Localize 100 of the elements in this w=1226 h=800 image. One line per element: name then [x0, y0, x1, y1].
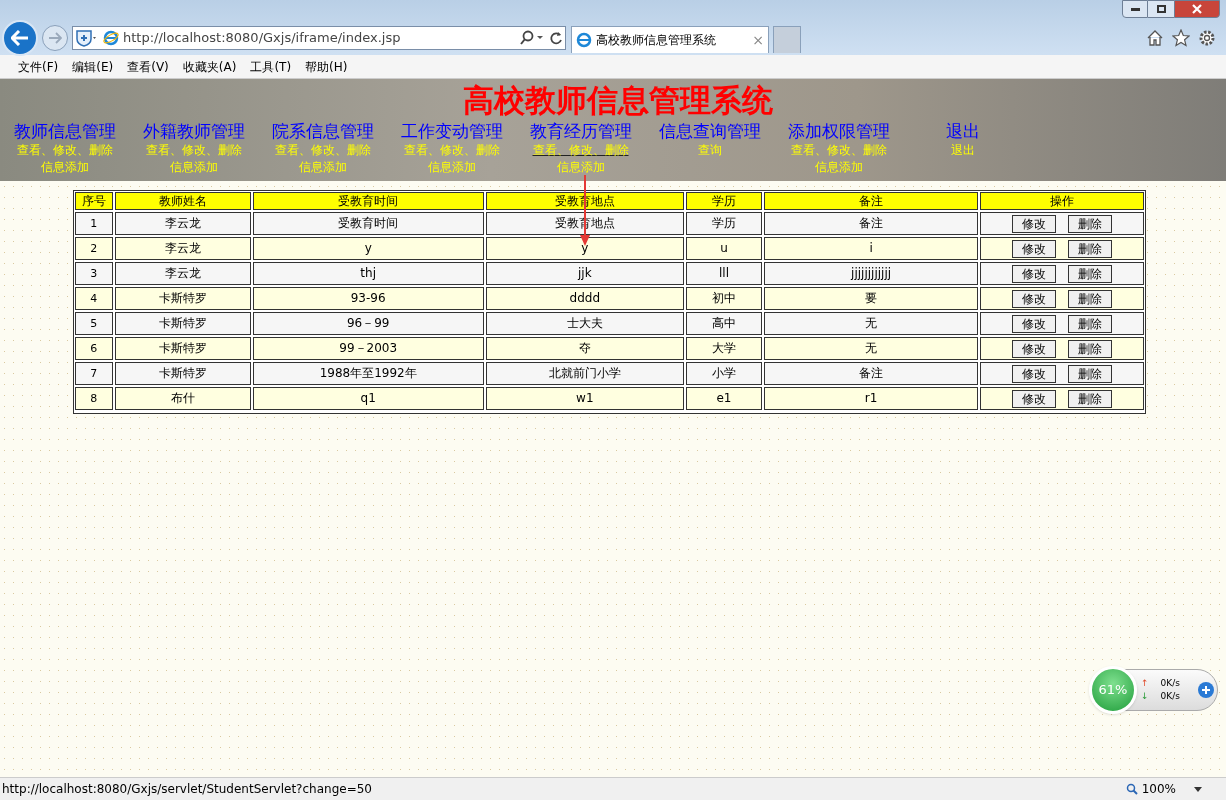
column-header: 教师姓名 — [114, 192, 251, 210]
table-cell: 6 — [75, 337, 113, 360]
table-cell: 李云龙 — [114, 212, 251, 235]
table-cell: 3 — [75, 262, 113, 285]
menu-item[interactable]: 查看(V) — [127, 57, 169, 76]
tab-title: 高校教师信息管理系统 — [596, 32, 717, 49]
table-cell: e1 — [686, 387, 762, 410]
arrow-right-icon — [48, 32, 62, 44]
address-field[interactable]: http://localhost:8080/Gxjs/iframe/index.jsp — [72, 26, 566, 50]
table-cell: q1 — [252, 387, 484, 410]
edit-button[interactable]: 修改 — [1012, 389, 1057, 408]
globe-e-icon — [103, 30, 119, 46]
column-header: 受教育时间 — [252, 192, 484, 210]
delete-button[interactable]: 删除 — [1068, 289, 1113, 308]
zoom-icon — [1125, 783, 1138, 795]
table-cell: 无 — [764, 337, 979, 360]
table-cell: y — [252, 237, 484, 260]
upload-arrow-icon: ↑ — [1141, 676, 1149, 690]
address-text: http://localhost:8080/Gxjs/iframe/index.jsp — [123, 29, 402, 48]
table-cell: 大学 — [686, 337, 762, 360]
status-url: http://localhost:8080/Gxjs/servlet/StudentServlet?change=50 — [2, 781, 373, 798]
table-cell: 初中 — [686, 287, 762, 310]
globe-e-icon — [576, 32, 592, 48]
table-cell: 1988年至1992年 — [252, 362, 484, 385]
table-cell: 卡斯特罗 — [114, 337, 251, 360]
table-cell: 布什 — [114, 387, 251, 410]
table-cell: 备注 — [764, 212, 979, 235]
edit-button[interactable]: 修改 — [1012, 239, 1057, 258]
table-cell: 学历 — [686, 212, 762, 235]
download-speed: 0K/s — [1160, 690, 1180, 703]
table-cell: 北就前门小学 — [485, 362, 684, 385]
table-cell: 7 — [75, 362, 113, 385]
table-cell: 小学 — [686, 362, 762, 385]
search-icon[interactable] — [519, 30, 545, 46]
table-cell: 要 — [764, 287, 979, 310]
restore-button[interactable] — [1148, 0, 1174, 18]
tab-close-button[interactable]: × — [752, 29, 764, 51]
edit-button[interactable]: 修改 — [1012, 314, 1057, 333]
menu-item[interactable]: 帮助(H) — [305, 57, 348, 76]
table-cell: w1 — [485, 387, 684, 410]
column-header: 备注 — [764, 192, 979, 210]
expand-button[interactable] — [1198, 682, 1214, 698]
edit-button[interactable]: 修改 — [1012, 264, 1057, 283]
table-cell: r1 — [764, 387, 979, 410]
table-cell: jjk — [485, 262, 684, 285]
table-cell: 备注 — [764, 362, 979, 385]
shield-icon — [75, 29, 99, 47]
edit-button[interactable]: 修改 — [1012, 214, 1057, 233]
memory-gauge: 61% — [1089, 666, 1137, 714]
back-button[interactable] — [2, 20, 38, 56]
table-cell: y — [485, 237, 684, 260]
table-cell: 卡斯特罗 — [114, 312, 251, 335]
table-cell: 93-96 — [252, 287, 484, 310]
delete-button[interactable]: 删除 — [1068, 339, 1113, 358]
column-header: 操作 — [980, 192, 1144, 210]
table-cell: lll — [686, 262, 762, 285]
delete-button[interactable]: 删除 — [1068, 214, 1113, 233]
table-cell: 受教育时间 — [252, 212, 484, 235]
table-cell: 李云龙 — [114, 262, 251, 285]
table-cell: 2 — [75, 237, 113, 260]
table-cell: 99－2003 — [252, 337, 484, 360]
table-cell: 5 — [75, 312, 113, 335]
edit-button[interactable]: 修改 — [1012, 289, 1057, 308]
table-cell: jjjjjjjjjjjj — [764, 262, 979, 285]
edit-button[interactable]: 修改 — [1012, 339, 1057, 358]
menu-item[interactable]: 工具(T) — [250, 57, 292, 76]
close-button[interactable] — [1174, 0, 1220, 18]
menu-item[interactable]: 编辑(E) — [72, 57, 114, 76]
table-cell: 1 — [75, 212, 113, 235]
minimize-button[interactable] — [1122, 0, 1148, 18]
table-cell: 李云龙 — [114, 237, 251, 260]
table-cell: 4 — [75, 287, 113, 310]
upload-speed: 0K/s — [1160, 676, 1180, 690]
table-cell: dddd — [485, 287, 684, 310]
delete-button[interactable]: 删除 — [1068, 264, 1113, 283]
menu-item[interactable]: 文件(F) — [18, 57, 59, 76]
settings-icon[interactable] — [1198, 29, 1216, 47]
delete-button[interactable]: 删除 — [1068, 314, 1113, 333]
download-arrow-icon: ↓ — [1141, 690, 1149, 704]
delete-button[interactable]: 删除 — [1068, 389, 1113, 408]
page-title: 高校教师信息管理系统 — [463, 81, 773, 120]
browser-tab[interactable]: 高校教师信息管理系统 × — [571, 26, 769, 53]
table-cell: u — [686, 237, 762, 260]
zoom-level[interactable]: 100% — [1141, 780, 1176, 798]
refresh-icon[interactable] — [549, 31, 563, 45]
caret-icon[interactable] — [1194, 786, 1202, 792]
delete-button[interactable]: 删除 — [1068, 364, 1113, 383]
arrow-left-icon — [11, 30, 29, 46]
table-cell: thj — [252, 262, 484, 285]
menu-item[interactable]: 收藏夹(A) — [182, 57, 237, 76]
home-icon[interactable] — [1146, 29, 1164, 47]
table-cell: 无 — [764, 312, 979, 335]
table-cell: 高中 — [686, 312, 762, 335]
table-cell: 8 — [75, 387, 113, 410]
table-cell: 士大夫 — [485, 312, 684, 335]
column-header: 学历 — [686, 192, 762, 210]
delete-button[interactable]: 删除 — [1068, 239, 1113, 258]
star-icon[interactable] — [1172, 29, 1190, 47]
table-cell: 卡斯特罗 — [114, 287, 251, 310]
edit-button[interactable]: 修改 — [1012, 364, 1057, 383]
